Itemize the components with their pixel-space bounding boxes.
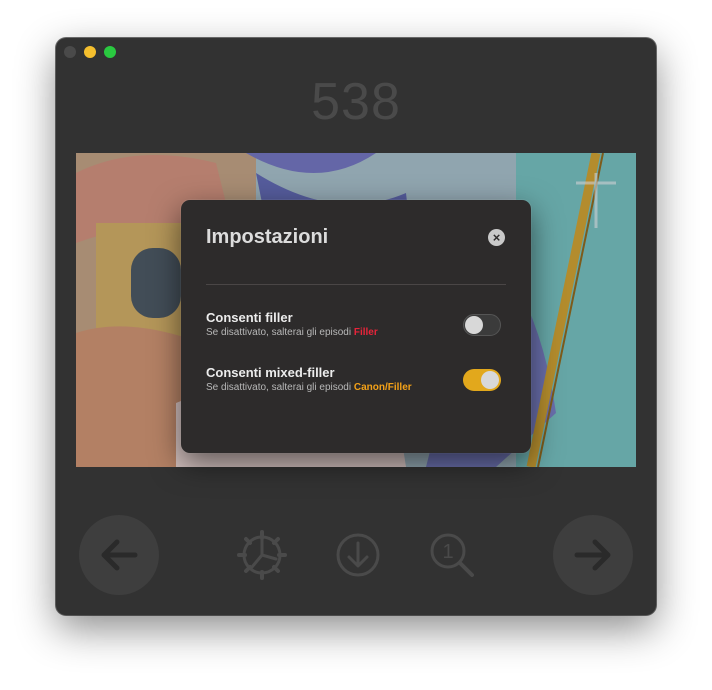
filler-label: Filler: [353, 327, 378, 338]
window-maximize-button[interactable]: [104, 46, 116, 58]
download-icon: [336, 533, 380, 577]
setting-description: Se disattivato, salterai gli episodi Can…: [206, 382, 501, 393]
close-icon: ×: [492, 230, 501, 245]
episode-number: 538: [311, 73, 401, 131]
gear-icon: [237, 530, 287, 580]
window-minimize-button[interactable]: [84, 46, 96, 58]
allow-mixed-filler-toggle[interactable]: [463, 369, 501, 391]
previous-episode-button[interactable]: [79, 515, 159, 595]
setting-description-text: Se disattivato, salterai gli episodi: [206, 382, 354, 393]
setting-title: Consenti mixed-filler: [206, 365, 335, 380]
settings-dialog: Impostazioni × Consenti filler Se disatt…: [181, 200, 531, 453]
setting-allow-mixed-filler: Consenti mixed-filler Se disattivato, sa…: [206, 365, 501, 393]
allow-filler-toggle[interactable]: [463, 314, 501, 336]
toggle-knob: [481, 371, 499, 389]
setting-title: Consenti filler: [206, 310, 293, 325]
canon-filler-label: Canon/Filler: [353, 382, 412, 393]
app-window: 538 1 Impostazioni × Consenti filler Se …: [56, 38, 656, 615]
arrow-left-icon: [101, 539, 138, 571]
toggle-knob: [465, 316, 483, 334]
settings-button[interactable]: [236, 529, 288, 581]
window-close-button[interactable]: [64, 46, 76, 58]
svg-text:1: 1: [442, 541, 453, 563]
setting-allow-filler: Consenti filler Se disattivato, salterai…: [206, 310, 501, 338]
close-dialog-button[interactable]: ×: [488, 229, 505, 246]
divider: [206, 284, 506, 285]
setting-description-text: Se disattivato, salterai gli episodi: [206, 327, 354, 338]
next-episode-button[interactable]: [553, 515, 633, 595]
jump-to-episode-button[interactable]: 1: [426, 529, 478, 581]
arrow-right-icon: [574, 539, 611, 571]
setting-description: Se disattivato, salterai gli episodi Fil…: [206, 327, 501, 338]
window-controls: [64, 46, 116, 58]
download-button[interactable]: [332, 529, 384, 581]
search-number-icon: 1: [430, 533, 474, 577]
dialog-title: Impostazioni: [206, 226, 329, 248]
